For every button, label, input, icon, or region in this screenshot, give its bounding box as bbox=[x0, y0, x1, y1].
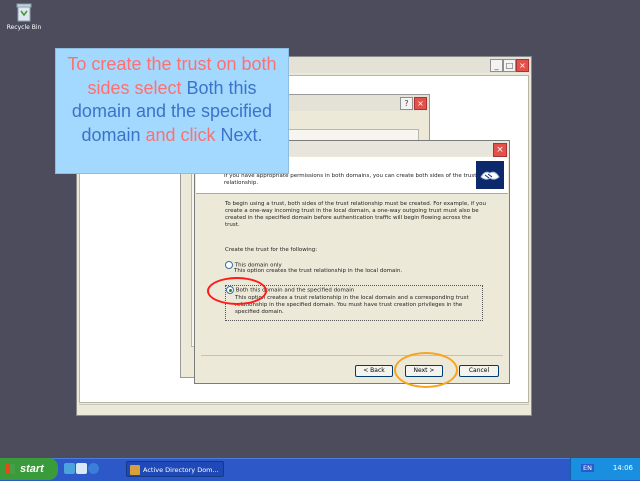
separator bbox=[201, 355, 503, 356]
instruction-callout: To create the trust on both sides select… bbox=[55, 48, 289, 174]
radio-this-domain[interactable] bbox=[225, 261, 233, 269]
start-button[interactable]: start bbox=[0, 458, 58, 480]
option-both-domains-desc: This option creates a trust relationship… bbox=[235, 294, 469, 315]
taskbar-item-active-directory[interactable]: Active Directory Dom... bbox=[126, 461, 224, 477]
highlight-ring-option bbox=[207, 277, 267, 305]
active-directory-icon bbox=[130, 465, 140, 475]
windows-flag-icon bbox=[5, 464, 15, 474]
close-button[interactable]: × bbox=[516, 59, 529, 72]
cancel-button[interactable]: Cancel bbox=[459, 365, 499, 377]
callout-text-4: Next. bbox=[220, 124, 263, 145]
option-this-domain-desc: This option creates the trust relationsh… bbox=[234, 268, 403, 274]
internet-explorer-icon[interactable] bbox=[88, 463, 99, 474]
status-bar bbox=[79, 404, 529, 413]
callout-text-3: and click bbox=[140, 124, 221, 145]
trash-can-icon bbox=[16, 3, 32, 22]
header-text: If you have appropriate permissions in b… bbox=[224, 173, 477, 186]
maximize-button[interactable]: □ bbox=[503, 59, 516, 72]
recycle-bin-icon[interactable]: Recycle Bin bbox=[4, 2, 44, 31]
new-trust-wizard-dialog: × If you have appropriate permissions in… bbox=[194, 140, 510, 384]
highlight-ring-next bbox=[394, 352, 458, 388]
wizard-intro: To begin using a trust, both sides of th… bbox=[225, 201, 487, 228]
help-button[interactable]: ? bbox=[400, 97, 413, 110]
minimize-button[interactable]: _ bbox=[490, 59, 503, 72]
system-tray: EN 14:06 bbox=[570, 458, 640, 480]
show-desktop-icon[interactable] bbox=[64, 463, 75, 474]
close-button[interactable]: × bbox=[414, 97, 427, 110]
create-trust-label: Create the trust for the following: bbox=[225, 247, 318, 253]
back-button[interactable]: < Back bbox=[355, 365, 393, 377]
handshake-icon bbox=[476, 161, 504, 189]
start-label: start bbox=[20, 463, 44, 475]
recycle-bin-label: Recycle Bin bbox=[6, 24, 42, 31]
close-button[interactable]: × bbox=[493, 143, 507, 157]
explorer-icon[interactable] bbox=[76, 463, 87, 474]
taskbar-item-label: Active Directory Dom... bbox=[143, 466, 219, 474]
language-indicator[interactable]: EN bbox=[581, 464, 594, 472]
clock: 14:06 bbox=[612, 464, 633, 472]
